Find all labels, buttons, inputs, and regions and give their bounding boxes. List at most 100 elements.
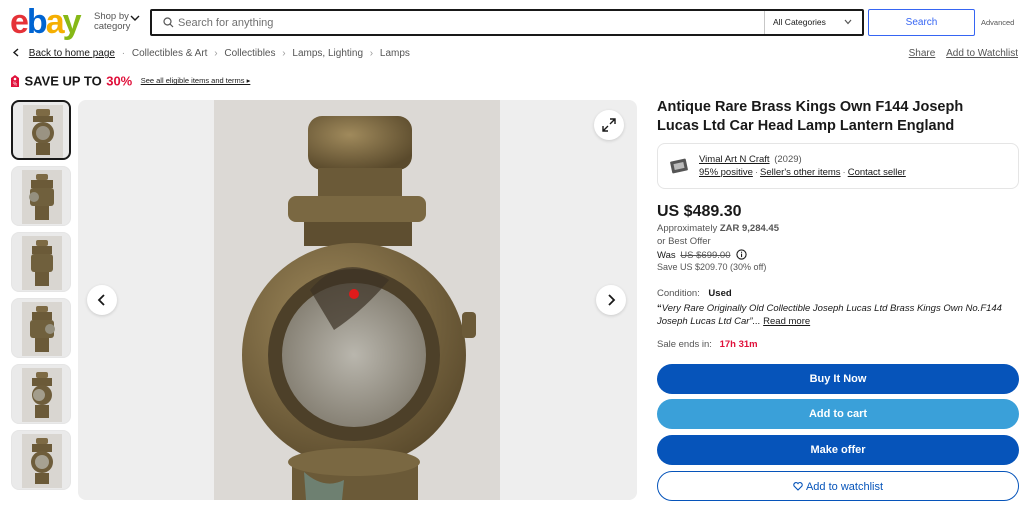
approx-value: ZAR 9,284.45 [719,223,779,234]
breadcrumb-item-lamps-lighting[interactable]: Lamps, Lighting [292,48,363,59]
breadcrumb: Back to home page · Collectibles & Art ›… [12,48,410,59]
promo-percent: 30% [106,73,133,89]
share-links: Share Add to Watchlist [901,48,1018,59]
category-select-value: All Categories [773,17,826,27]
add-to-cart-button[interactable]: Add to cart [657,399,1019,429]
lamp-image [22,302,62,356]
read-more-link[interactable]: Read more [763,316,810,327]
chevron-right-icon [608,294,616,306]
thumbnail-photo [22,302,62,356]
info-icon[interactable] [736,249,747,260]
thumbnail-strip [11,100,72,496]
sale-ends-time: 17h 31m [719,339,758,350]
back-to-home-link[interactable]: Back to home page [29,48,115,59]
item-description: “Very Rare Originally Old Collectible Jo… [657,302,1017,328]
separator-dot: · [754,167,759,178]
thumbnail-4[interactable] [11,298,71,358]
ebay-logo[interactable]: ebay [10,3,82,41]
sale-ends-row: Sale ends in: 17h 31m [657,339,758,350]
expand-icon [602,118,616,132]
chevron-left-icon [97,294,105,306]
price: US $489.30 [657,203,742,220]
was-price: US $699.00 [680,250,731,261]
savings-text: Save US $209.70 (30% off) [657,262,767,272]
promo-terms-link[interactable]: See all eligible items and terms ▸ [141,76,251,85]
contact-seller-link[interactable]: Contact seller [848,167,906,178]
breadcrumb-separator: › [282,48,286,59]
seller-feedback-count: (2029) [774,154,802,165]
condition-value: Used [708,288,732,299]
thumbnail-photo [23,105,63,158]
chevron-down-icon[interactable] [130,14,140,22]
seller-links: 95% positive · Seller's other items · Contac… [699,167,906,178]
thumbnail-1[interactable] [11,100,71,160]
separator-dot: · [842,167,846,178]
lamp-image [22,236,62,290]
seller-card: Vimal Art N Craft (2029) 95% positive · Se… [657,143,1019,189]
lamp-image [23,105,63,158]
seller-other-items-link[interactable]: Seller's other items [760,167,840,178]
main-image-viewer[interactable] [78,100,637,500]
search-button[interactable]: Search [868,9,975,36]
svg-text:%: % [13,81,18,87]
seller-avatar-icon[interactable] [668,155,690,177]
advanced-search-link[interactable]: Advanced [981,18,1014,27]
chevron-left-icon[interactable] [12,48,20,57]
main-product-photo [214,100,500,500]
listing-title: Antique Rare Brass Kings Own F144 Joseph… [657,99,964,134]
search-bar: All Categories [150,9,864,36]
seller-positive-link[interactable]: 95% positive [699,167,753,178]
share-link[interactable]: Share [909,48,936,59]
logo-letter-a: a [45,3,65,41]
breadcrumb-item-collectibles-art[interactable]: Collectibles & Art [132,48,208,59]
breadcrumb-separator: · [121,48,126,59]
thumbnail-photo [22,236,62,290]
category-select[interactable]: All Categories [764,11,862,34]
buy-it-now-button[interactable]: Buy It Now [657,364,1019,394]
previous-image-button[interactable] [87,285,117,315]
logo-letter-y: y [62,3,82,41]
lamp-image [22,434,62,488]
seller-name-link[interactable]: Vimal Art N Craft [699,154,770,165]
search-input[interactable] [178,15,758,31]
breadcrumb-separator: › [369,48,374,59]
best-offer-text: or Best Offer [657,236,711,247]
shop-by-line2: category [94,21,131,32]
shop-by-category-button[interactable]: Shop by category [94,12,130,32]
next-image-button[interactable] [596,285,626,315]
description-text: Very Rare Originally Old Collectible Jos… [657,303,1002,327]
sale-ends-label: Sale ends in: [657,339,712,350]
condition-label: Condition: [657,288,700,299]
promo-save-text: SAVE UP TO [24,73,102,89]
lamp-image [214,100,500,500]
breadcrumb-item-lamps[interactable]: Lamps [380,48,410,59]
breadcrumb-separator: › [214,48,218,59]
breadcrumb-item-collectibles[interactable]: Collectibles [224,48,275,59]
thumbnail-2[interactable] [11,166,71,226]
expand-image-button[interactable] [594,110,624,140]
was-price-row: Was US $699.00 [657,249,747,261]
promo-banner: % SAVE UP TO 30% See all eligible items … [10,72,250,90]
condition-row: Condition: Used [657,288,732,299]
was-label: Was [657,250,676,261]
add-to-watchlist-button[interactable]: Add to watchlist [657,471,1019,501]
lamp-image [22,368,62,422]
thumbnail-photo [22,368,62,422]
search-icon [163,17,174,28]
thumbnail-5[interactable] [11,364,71,424]
heart-icon [793,482,803,491]
price-tag-icon: % [11,74,19,87]
thumbnail-photo [22,170,62,224]
approx-label: Approximately [657,223,718,234]
thumbnail-6[interactable] [11,430,71,490]
lamp-image [22,170,62,224]
add-to-watchlist-label: Add to watchlist [805,481,884,493]
add-to-watchlist-link[interactable]: Add to Watchlist [946,48,1018,59]
approx-price: Approximately ZAR 9,284.45 [657,223,779,234]
thumbnail-3[interactable] [11,232,71,292]
logo-letter-b: b [26,3,48,41]
seller-name-row: Vimal Art N Craft (2029) [699,154,802,165]
chevron-down-icon [844,19,852,25]
thumbnail-photo [22,434,62,488]
make-offer-button[interactable]: Make offer [657,435,1019,465]
